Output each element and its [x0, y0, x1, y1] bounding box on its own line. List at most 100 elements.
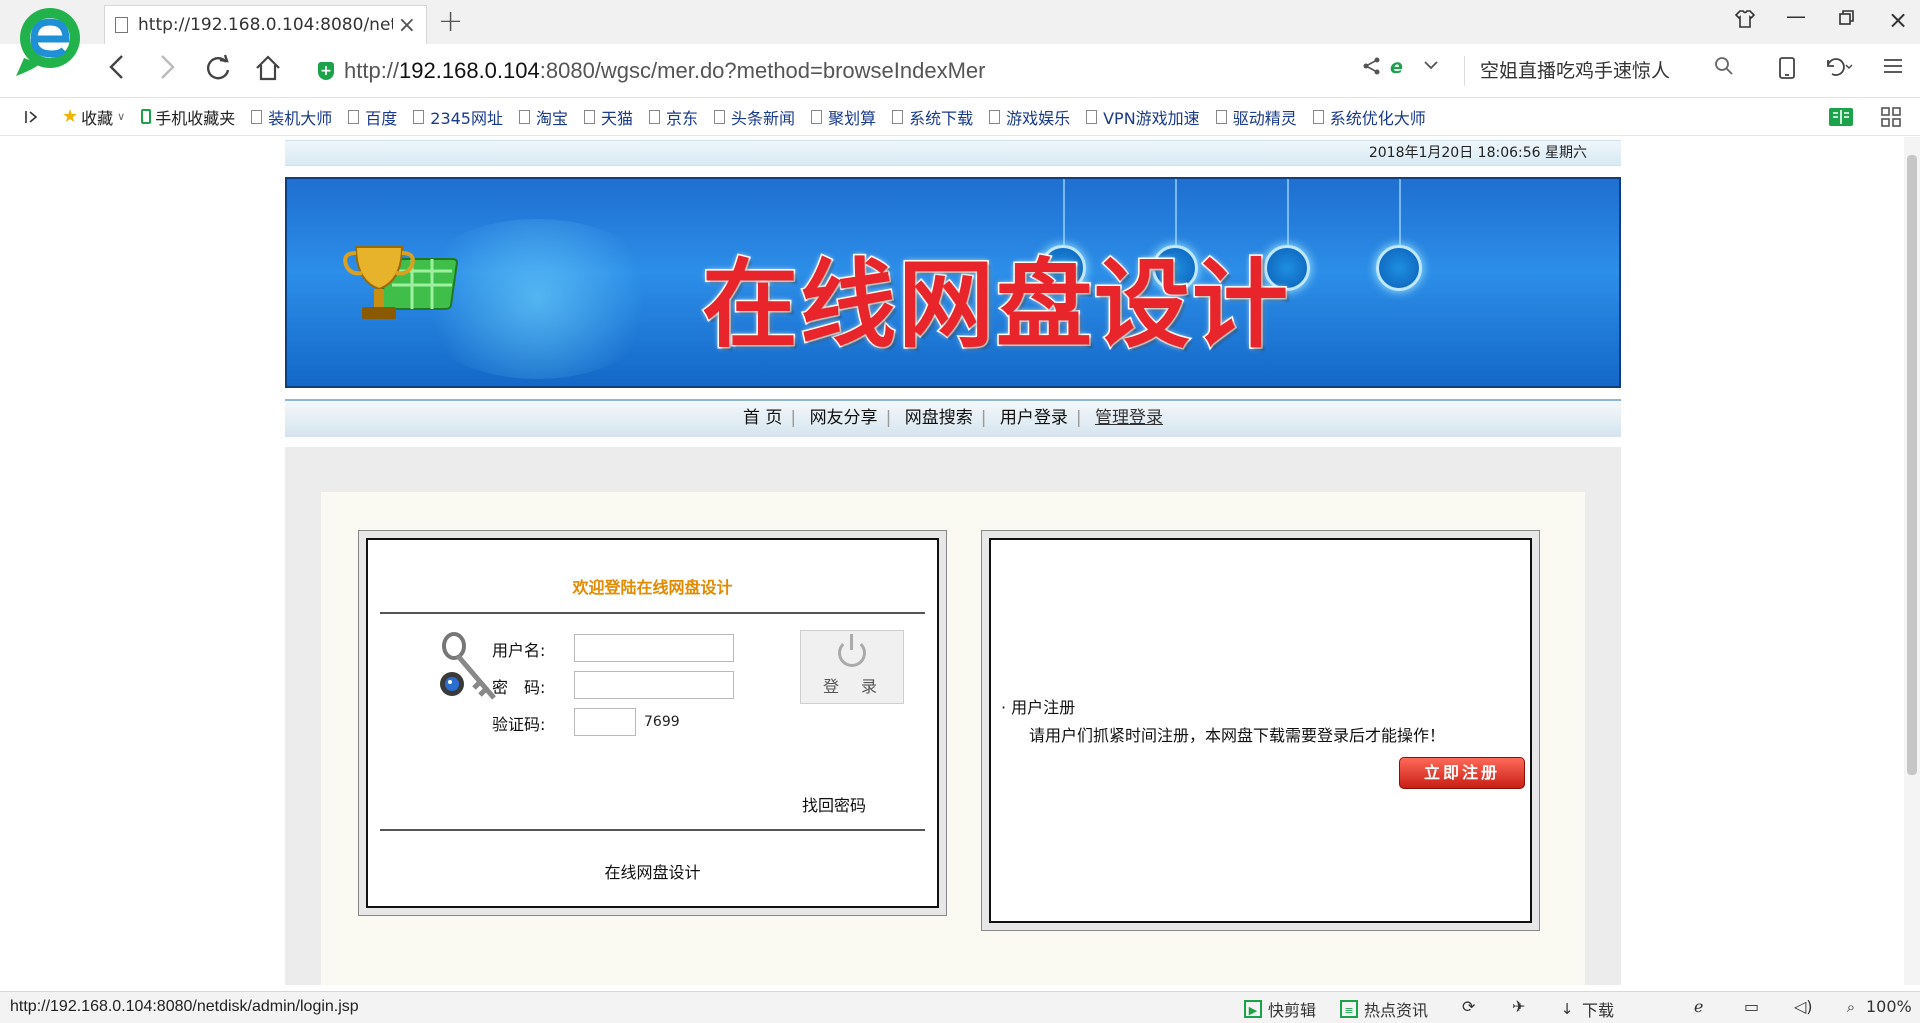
- pin-icon[interactable]: ✈: [1512, 997, 1525, 1016]
- engine-icon[interactable]: e: [1390, 56, 1403, 78]
- zoom-control[interactable]: ⌕ 100%: [1842, 997, 1912, 1016]
- page-icon: [251, 109, 263, 124]
- address-bar[interactable]: + http://192.168.0.104:8080/wgsc/mer.do?…: [318, 52, 1468, 90]
- captcha-code: 7699: [644, 714, 680, 730]
- login-button-label: 登录: [822, 677, 899, 696]
- sound-icon[interactable]: ◁): [1794, 997, 1813, 1016]
- search-icon[interactable]: [1714, 56, 1734, 81]
- page-icon: [989, 109, 1001, 124]
- page-icon: [1215, 109, 1227, 124]
- chevron-down-icon[interactable]: [1422, 56, 1440, 79]
- phone-icon: [141, 109, 152, 124]
- bookmark-item[interactable]: 头条新闻: [714, 105, 795, 129]
- navigation-bar: + http://192.168.0.104:8080/wgsc/mer.do?…: [0, 44, 1920, 98]
- skin-icon[interactable]: [1734, 8, 1756, 35]
- page-icon: [649, 109, 661, 124]
- login-footer: 在线网盘设计: [604, 863, 701, 882]
- download-button[interactable]: ↓ 下载: [1558, 997, 1614, 1021]
- bookmark-label: VPN游戏加速: [1103, 108, 1200, 128]
- refresh-icon[interactable]: [204, 54, 232, 89]
- divider: [380, 829, 925, 831]
- trophy-icon: [342, 241, 467, 341]
- undo-icon[interactable]: [1822, 56, 1854, 83]
- bookmark-item[interactable]: 京东: [649, 105, 698, 129]
- bookmark-label: 头条新闻: [731, 108, 796, 128]
- tab-title: http://192.168.0.104:8080/netdisk/admin/…: [138, 15, 393, 35]
- forward-icon[interactable]: [158, 54, 176, 87]
- tablet-icon[interactable]: [1778, 56, 1796, 85]
- ie-mode-icon[interactable]: ℯ: [1694, 997, 1703, 1016]
- chevron-down-icon: ∨: [117, 110, 126, 123]
- reader-icon[interactable]: [1828, 106, 1854, 132]
- vertical-scrollbar[interactable]: [1904, 137, 1920, 985]
- apps-grid-icon[interactable]: [1880, 106, 1902, 132]
- bookmark-item[interactable]: 游戏娱乐: [989, 105, 1070, 129]
- close-tab-icon[interactable]: ×: [398, 13, 416, 38]
- bookmark-item[interactable]: 装机大师: [251, 105, 332, 129]
- menu-icon[interactable]: [1882, 56, 1904, 81]
- browser-tab[interactable]: http://192.168.0.104:8080/netdisk/admin/…: [104, 5, 427, 44]
- bookmark-label: 2345网址: [430, 108, 503, 128]
- mobile-favorites[interactable]: 手机收藏夹: [141, 105, 235, 129]
- password-input[interactable]: [574, 671, 734, 699]
- register-description: 请用户们抓紧时间注册，本网盘下载需要登录后才能操作！: [1029, 726, 1446, 745]
- mobile-favorites-label: 手机收藏夹: [155, 108, 236, 128]
- key-icon: [436, 632, 500, 710]
- banner-line: [1399, 179, 1401, 247]
- bookmark-item[interactable]: 百度: [348, 105, 397, 129]
- register-button[interactable]: 立即注册: [1399, 757, 1525, 789]
- menu-search[interactable]: 网盘搜索: [899, 408, 979, 428]
- page-icon: [892, 109, 904, 124]
- clip-button[interactable]: ▶ 快剪辑: [1244, 997, 1316, 1021]
- captcha-input[interactable]: [574, 708, 636, 736]
- share-icon[interactable]: [1362, 56, 1382, 81]
- bookmark-item[interactable]: 驱动精灵: [1215, 105, 1297, 129]
- address-text[interactable]: http://192.168.0.104:8080/wgsc/mer.do?me…: [344, 58, 986, 84]
- register-panel: · 用户注册 请用户们抓紧时间注册，本网盘下载需要登录后才能操作！ 立即注册: [981, 530, 1540, 931]
- status-url: http://192.168.0.104:8080/netdisk/admin/…: [10, 998, 359, 1015]
- username-input[interactable]: [574, 634, 734, 662]
- forgot-password-link[interactable]: 找回密码: [802, 792, 866, 816]
- menu-admin-login[interactable]: 管理登录: [1089, 408, 1169, 428]
- bookmark-item[interactable]: 2345网址: [413, 105, 503, 129]
- page-viewport: 2018年1月20日 18:06:56 星期六 在线网盘设计 首 页 | 网友分享…: [0, 137, 1920, 985]
- favorites-menu[interactable]: ★ 收藏 ∨: [62, 105, 125, 129]
- page-icon: [811, 109, 823, 124]
- bookmark-item[interactable]: 聚划算: [811, 105, 876, 129]
- bookmark-item[interactable]: VPN游戏加速: [1086, 105, 1200, 129]
- home-icon[interactable]: [254, 54, 282, 89]
- register-title: · 用户注册: [1001, 698, 1076, 717]
- news-button[interactable]: ≡ 热点资讯: [1340, 997, 1428, 1021]
- minimize-icon[interactable]: —: [1786, 4, 1806, 28]
- bookmark-item[interactable]: 天猫: [584, 105, 633, 129]
- sidebar-toggle-icon[interactable]: [24, 109, 40, 125]
- scrollbar-thumb[interactable]: [1907, 155, 1917, 775]
- bookmark-item[interactable]: 系统下载: [892, 105, 973, 129]
- close-window-icon[interactable]: ×: [1888, 6, 1908, 34]
- menu-share[interactable]: 网友分享: [804, 408, 884, 428]
- search-suggestion[interactable]: 空姐直播吃鸡手速惊人: [1480, 56, 1670, 83]
- status-bar: http://192.168.0.104:8080/netdisk/admin/…: [0, 991, 1920, 1023]
- restore-icon[interactable]: [1838, 8, 1856, 32]
- bookmark-item[interactable]: 淘宝: [519, 105, 568, 129]
- banner-title: 在线网盘设计: [701, 248, 1290, 363]
- menu-home[interactable]: 首 页: [737, 408, 788, 428]
- banner-circle-icon: [1376, 245, 1422, 291]
- page-icon: [519, 109, 530, 124]
- download-label: 下载: [1582, 1001, 1615, 1020]
- speedup-icon[interactable]: ⟳: [1462, 997, 1475, 1016]
- bookmark-item[interactable]: 系统优化大师: [1312, 105, 1426, 129]
- menu-user-login[interactable]: 用户登录: [994, 408, 1074, 428]
- bookmark-label: 天猫: [601, 108, 634, 128]
- favorites-label: 收藏: [81, 108, 114, 128]
- bookmark-label: 聚划算: [828, 108, 877, 128]
- page-icon: [413, 109, 425, 124]
- login-button[interactable]: 登录: [800, 630, 904, 704]
- page-icon: [1312, 109, 1324, 124]
- username-label: 用户名:: [492, 641, 546, 660]
- window-icon[interactable]: ▭: [1744, 997, 1759, 1016]
- new-tab-icon[interactable]: +: [438, 4, 463, 39]
- back-icon[interactable]: [108, 54, 126, 87]
- bookmark-label: 驱动精灵: [1232, 108, 1297, 128]
- bookmark-label: 系统下载: [909, 108, 974, 128]
